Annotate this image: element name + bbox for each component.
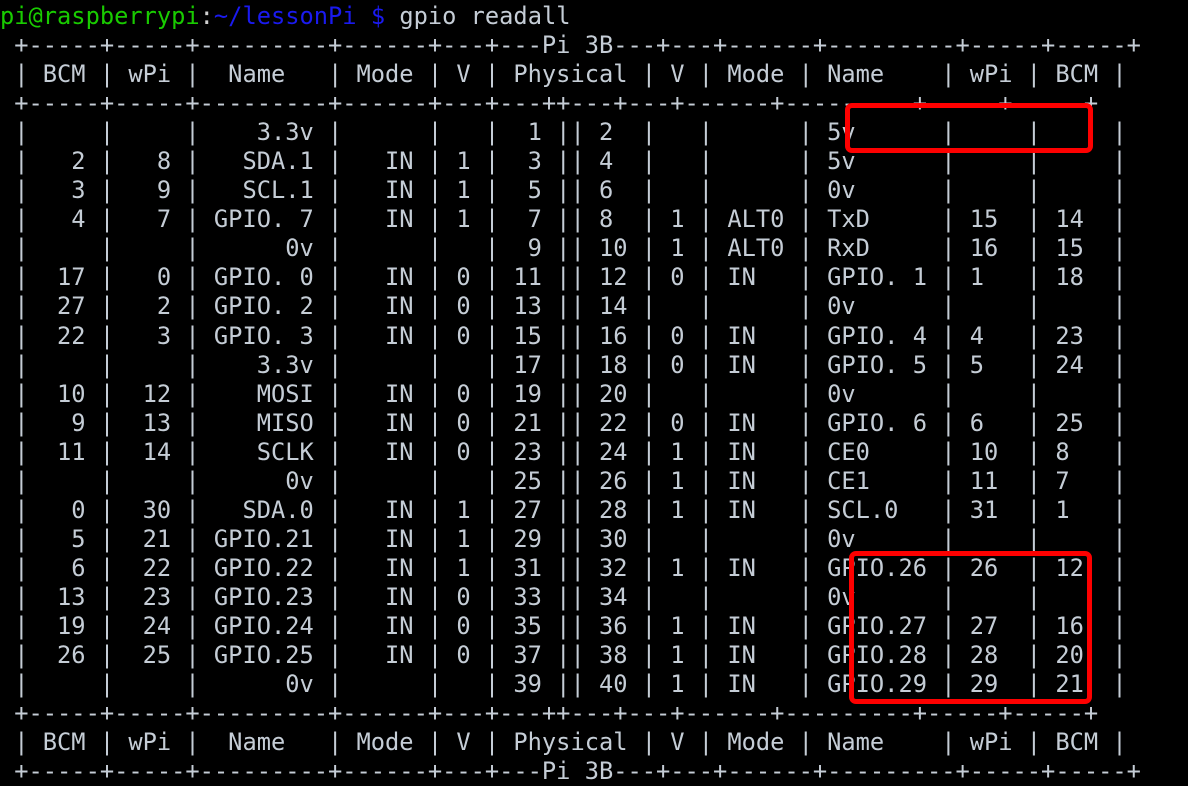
prompt-path: ~/lessonPi [213,2,357,30]
prompt-colon: : [199,2,214,30]
prompt-user-host: pi@raspberrypi [0,2,200,30]
gpio-table: +-----+-----+---------+------+---+---Pi … [14,31,1141,786]
prompt-space-1 [357,2,371,30]
command-text: gpio readall [399,2,571,30]
prompt-space-2 [385,2,399,30]
terminal-window[interactable]: pi@raspberrypi:~/lessonPi $ gpio readall… [0,0,1188,786]
terminal-output: pi@raspberrypi:~/lessonPi $ gpio readall… [0,2,1141,786]
prompt-dollar-sign: $ [370,2,386,30]
